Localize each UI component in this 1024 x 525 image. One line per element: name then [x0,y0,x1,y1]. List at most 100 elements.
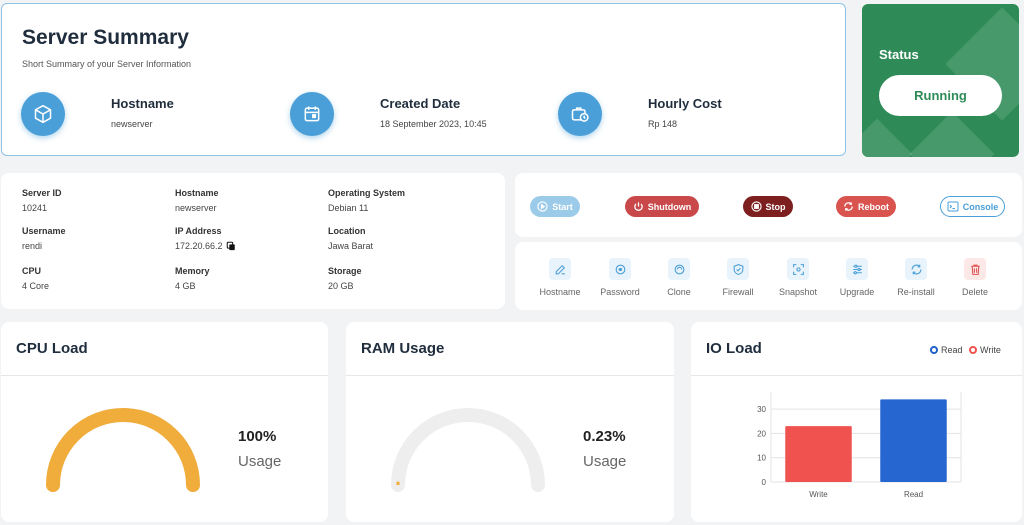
reboot-icon [844,202,853,211]
info-value: 172.20.66.2 [175,241,236,251]
cube-icon [21,92,65,136]
info-cpu: CPU 4 Core [22,266,49,291]
ram-gauge [391,408,545,492]
summary-subtitle: Short Summary of your Server Information [22,59,192,69]
legend-label: Write [980,345,1001,355]
trash-icon [964,258,986,280]
info-value: rendi [22,241,43,251]
action-label: Firewall [722,287,754,297]
power-controls-card: Start Shutdown Stop Reboot Console [515,173,1022,237]
action-label: Snapshot [778,287,818,297]
shield-icon [727,258,749,280]
start-label: Start [552,201,573,212]
action-password[interactable]: Password [592,258,648,297]
info-value: 20 GB [328,281,354,291]
info-value: 10241 [22,203,48,213]
ip-address-value: 172.20.66.2 [175,241,223,251]
reinstall-icon [905,258,927,280]
action-label: Delete [961,287,988,297]
action-firewall[interactable]: Firewall [710,258,766,297]
action-label: Upgrade [839,287,875,297]
cpu-load-value: 100% [238,428,277,445]
summary-label: Hostname [111,96,174,111]
server-summary-card: Server Summary Short Summary of your Ser… [1,3,846,156]
divider [346,375,674,376]
info-label: Hostname [175,188,219,198]
info-value: Jawa Barat [328,241,374,251]
start-button[interactable]: Start [530,196,580,217]
info-value: 4 Core [22,281,50,291]
legend-label: Read [941,345,963,355]
info-memory: Memory 4 GB [175,266,210,291]
y-tick-label: 20 [757,429,766,438]
info-label: CPU [22,266,42,276]
info-label: IP Address [175,226,222,236]
action-label: Clone [667,287,691,297]
info-username: Username rendi [22,226,66,251]
info-label: Storage [328,266,362,276]
x-tick-label: Read [904,490,923,499]
server-info-card: Server ID 10241 Hostname newserver Opera… [1,173,505,309]
info-os: Operating System Debian 11 [328,188,405,213]
cost-clock-icon [558,92,602,136]
divider [691,375,1022,376]
ram-usage-card: RAM Usage 0.23% Usage [346,322,674,522]
action-snapshot[interactable]: Snapshot [770,258,826,297]
info-label: Username [22,226,66,236]
info-value: newserver [175,203,217,213]
cpu-load-title: CPU Load [16,340,88,357]
summary-value: 18 September 2023, 10:45 [380,119,487,129]
status-label: Status [879,47,919,62]
ram-usage-title: RAM Usage [361,340,445,357]
legend-write[interactable]: Write [969,345,1001,355]
snapshot-icon [787,258,809,280]
y-tick-label: 30 [757,405,766,414]
info-label: Server ID [22,188,62,198]
info-hostname: Hostname newserver [175,188,219,213]
action-label: Re-install [897,287,935,297]
ram-usage-caption: Usage [583,453,627,470]
info-label: Memory [175,266,210,276]
console-button[interactable]: Console [940,196,1005,217]
shutdown-button[interactable]: Shutdown [625,196,699,217]
ram-usage-value: 0.23% [583,428,626,445]
edit-icon [549,258,571,280]
info-location: Location Jawa Barat [328,226,373,251]
info-value: Debian 11 [328,203,369,213]
action-label: Password [600,287,640,297]
read-legend-marker [930,346,938,354]
stop-button[interactable]: Stop [743,196,793,217]
gauge-fill [46,408,200,492]
summary-title: Server Summary [22,26,189,49]
io-load-card: IO Load Read Write 0 10 20 30 Write Read [691,322,1022,522]
stop-label: Stop [765,201,786,212]
sliders-icon [846,258,868,280]
status-decoration [909,111,995,157]
action-clone[interactable]: Clone [651,258,707,297]
x-tick-label: Write [809,490,828,499]
clone-icon [668,258,690,280]
reboot-button[interactable]: Reboot [836,196,896,217]
copy-icon[interactable] [226,241,236,251]
action-reinstall[interactable]: Re-install [888,258,944,297]
gauge-track [391,408,545,492]
action-delete[interactable]: Delete [947,258,1003,297]
action-hostname[interactable]: Hostname [532,258,588,297]
summary-label: Created Date [380,96,461,111]
status-decoration [862,118,913,157]
bar-write [785,426,852,482]
write-legend-marker [969,346,977,354]
info-value: 4 GB [175,281,196,291]
power-icon [633,202,643,211]
divider [1,375,328,376]
bar-read [880,399,947,482]
reboot-label: Reboot [858,201,889,212]
info-label: Operating System [328,188,406,198]
io-load-title: IO Load [706,340,762,357]
legend-read[interactable]: Read [930,345,963,355]
y-tick-label: 10 [757,454,766,463]
info-ip-address: IP Address 172.20.66.2 [175,226,236,251]
io-bar-chart: 0 10 20 30 Write Read [757,392,962,499]
action-upgrade[interactable]: Upgrade [829,258,885,297]
summary-value: Rp 148 [648,119,678,129]
